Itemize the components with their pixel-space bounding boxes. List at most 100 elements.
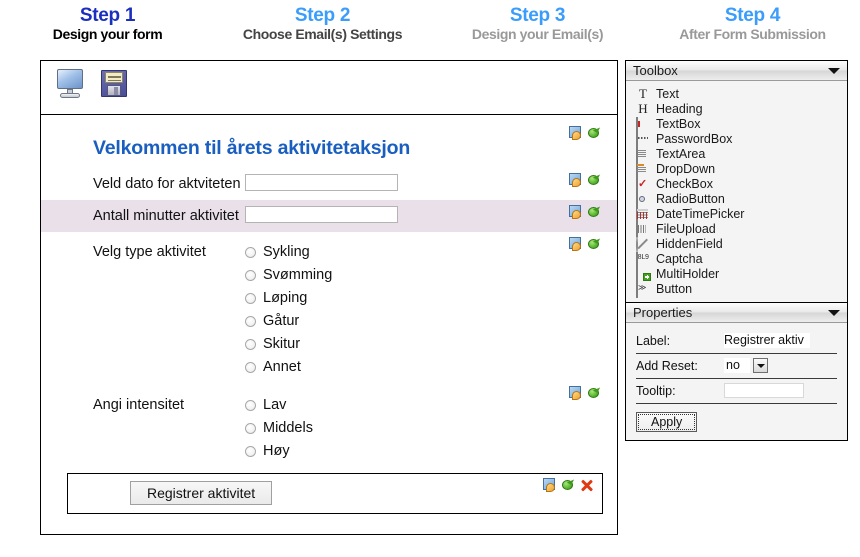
radio-item[interactable]: Svømming bbox=[245, 267, 551, 283]
form-row-submit-selected[interactable]: Registrer aktivitet bbox=[67, 473, 603, 514]
green-move-icon[interactable] bbox=[587, 385, 603, 401]
chevron-down-icon[interactable] bbox=[828, 309, 840, 316]
edit-properties-icon[interactable] bbox=[569, 205, 585, 220]
radio-group-activity-type[interactable]: Sykling Svømming Løping Gåtur Skitur Ann… bbox=[245, 242, 551, 375]
radio-icon[interactable] bbox=[245, 399, 256, 411]
green-move-icon[interactable] bbox=[587, 172, 603, 188]
step-1-title: Step 1 bbox=[79, 5, 136, 26]
radio-item[interactable]: Løping bbox=[245, 290, 551, 306]
submit-button[interactable]: Registrer aktivitet bbox=[130, 481, 273, 505]
toolbox-item-dropdown[interactable]: DropDown bbox=[626, 161, 847, 178]
toolbox-item-multiholder[interactable]: MultiHolder bbox=[626, 266, 847, 283]
textarea-icon bbox=[636, 146, 650, 163]
passwordbox-icon bbox=[636, 131, 650, 148]
properties-header[interactable]: Properties bbox=[626, 303, 847, 323]
form-row-heading[interactable]: Velkommen til årets aktivitetaksjon bbox=[41, 121, 617, 168]
toolbox-item-label: TextArea bbox=[656, 146, 706, 161]
toolbox-item-textarea[interactable]: TextArea bbox=[626, 146, 847, 163]
label-input[interactable]: Registrer aktiv bbox=[724, 333, 810, 348]
radio-icon[interactable] bbox=[245, 445, 256, 457]
radio-icon[interactable] bbox=[245, 315, 256, 327]
radio-icon[interactable] bbox=[245, 338, 256, 350]
toolbox-item-label: MultiHolder bbox=[656, 266, 720, 281]
row-actions bbox=[569, 125, 603, 141]
form-row-minutes[interactable]: Antall minutter aktivitet bbox=[41, 200, 617, 232]
toolbox-item-passwordbox[interactable]: PasswordBox bbox=[626, 131, 847, 148]
wizard-steps: Step 1 Design your form Step 2 Choose Em… bbox=[0, 0, 860, 58]
radio-item[interactable]: Sykling bbox=[245, 244, 551, 260]
tooltip-input[interactable] bbox=[724, 383, 804, 398]
radio-item[interactable]: Høy bbox=[245, 443, 551, 459]
toolbox-item-captcha[interactable]: 8L9 Captcha bbox=[626, 251, 847, 268]
add-reset-select[interactable]: no bbox=[724, 358, 768, 373]
radio-group-intensity[interactable]: Lav Middels Høy bbox=[245, 395, 551, 459]
field-label-minutes: Antall minutter aktivitet bbox=[93, 208, 239, 224]
wizard-step-2[interactable]: Step 2 Choose Email(s) Settings bbox=[215, 6, 430, 58]
radio-label: Høy bbox=[263, 443, 290, 459]
form-canvas[interactable]: Velkommen til årets aktivitetaksjon Veld… bbox=[40, 115, 618, 535]
radio-item[interactable]: Skitur bbox=[245, 336, 551, 352]
toolbox-item-fileupload[interactable]: FileUpload bbox=[626, 221, 847, 238]
hiddenfield-icon bbox=[636, 236, 650, 253]
toolbox-item-text[interactable]: T Text bbox=[626, 86, 847, 101]
toolbox-item-label: DateTimePicker bbox=[656, 206, 745, 221]
edit-properties-icon[interactable] bbox=[569, 386, 585, 401]
form-row-intensity[interactable]: Angi intensitet Lav Middels Høy bbox=[41, 381, 617, 465]
wizard-step-1[interactable]: Step 1 Design your form bbox=[0, 6, 215, 58]
textbox-icon bbox=[636, 116, 650, 133]
toolbox-item-button[interactable]: ≫ Button bbox=[626, 281, 847, 298]
heading-icon: H bbox=[638, 100, 648, 116]
radio-item[interactable]: Gåtur bbox=[245, 313, 551, 329]
row-actions bbox=[543, 477, 594, 493]
radio-icon[interactable] bbox=[245, 361, 256, 373]
row-actions bbox=[569, 236, 603, 252]
text-icon: T bbox=[639, 85, 647, 101]
toolbox-item-heading[interactable]: H Heading bbox=[626, 101, 847, 116]
toolbox-item-radiobutton[interactable]: RadioButton bbox=[626, 191, 847, 208]
green-move-icon[interactable] bbox=[587, 125, 603, 141]
toolbox-item-datetimepicker[interactable]: DateTimePicker bbox=[626, 206, 847, 223]
right-panels: Toolbox T Text H Heading TextBox Passwor… bbox=[625, 60, 848, 441]
radio-icon[interactable] bbox=[245, 422, 256, 434]
radio-icon[interactable] bbox=[245, 269, 256, 281]
monitor-preview-icon[interactable] bbox=[55, 68, 89, 100]
radio-item[interactable]: Annet bbox=[245, 359, 551, 375]
wizard-step-3[interactable]: Step 3 Design your Email(s) bbox=[430, 6, 645, 58]
edit-properties-icon[interactable] bbox=[543, 478, 559, 493]
radio-icon[interactable] bbox=[245, 292, 256, 304]
toolbox-item-label: Captcha bbox=[656, 251, 703, 266]
form-row-date[interactable]: Veld dato for aktviteten bbox=[41, 168, 617, 200]
minutes-input[interactable] bbox=[245, 206, 398, 223]
toolbox-item-hiddenfield[interactable]: HiddenField bbox=[626, 236, 847, 253]
green-move-icon[interactable] bbox=[561, 477, 577, 493]
toolbox-item-textbox[interactable]: TextBox bbox=[626, 116, 847, 133]
wizard-step-4[interactable]: Step 4 After Form Submission bbox=[645, 6, 860, 58]
green-move-icon[interactable] bbox=[587, 204, 603, 220]
property-row-add-reset: Add Reset: no bbox=[636, 354, 837, 379]
red-delete-icon[interactable] bbox=[579, 478, 594, 493]
toolbox-item-label: RadioButton bbox=[656, 191, 725, 206]
chevron-down-icon[interactable] bbox=[828, 67, 840, 74]
add-reset-value: no bbox=[724, 358, 750, 373]
step-1-subtitle: Design your form bbox=[52, 25, 163, 42]
form-row-activity-type[interactable]: Velg type aktivitet Sykling Svømming Løp… bbox=[41, 232, 617, 381]
chevron-down-icon[interactable] bbox=[753, 358, 768, 373]
toolbox-item-checkbox[interactable]: ✓ CheckBox bbox=[626, 176, 847, 193]
step-4-title: Step 4 bbox=[724, 5, 781, 26]
toolbox-item-label: Text bbox=[656, 86, 679, 101]
radio-item[interactable]: Middels bbox=[245, 420, 551, 436]
green-move-icon[interactable] bbox=[587, 236, 603, 252]
toolbox-header[interactable]: Toolbox bbox=[626, 61, 847, 81]
edit-properties-icon[interactable] bbox=[569, 173, 585, 188]
radio-label: Middels bbox=[263, 420, 313, 436]
edit-properties-icon[interactable] bbox=[569, 126, 585, 141]
toolbox-panel: Toolbox T Text H Heading TextBox Passwor… bbox=[625, 60, 848, 303]
edit-properties-icon[interactable] bbox=[569, 237, 585, 252]
floppy-save-icon[interactable] bbox=[98, 68, 132, 100]
date-input[interactable] bbox=[245, 174, 398, 191]
dropdown-icon bbox=[636, 161, 650, 178]
apply-button[interactable]: Apply bbox=[636, 412, 698, 432]
radio-item[interactable]: Lav bbox=[245, 397, 551, 413]
toolbox-item-label: CheckBox bbox=[656, 176, 713, 191]
radio-icon[interactable] bbox=[245, 246, 256, 258]
